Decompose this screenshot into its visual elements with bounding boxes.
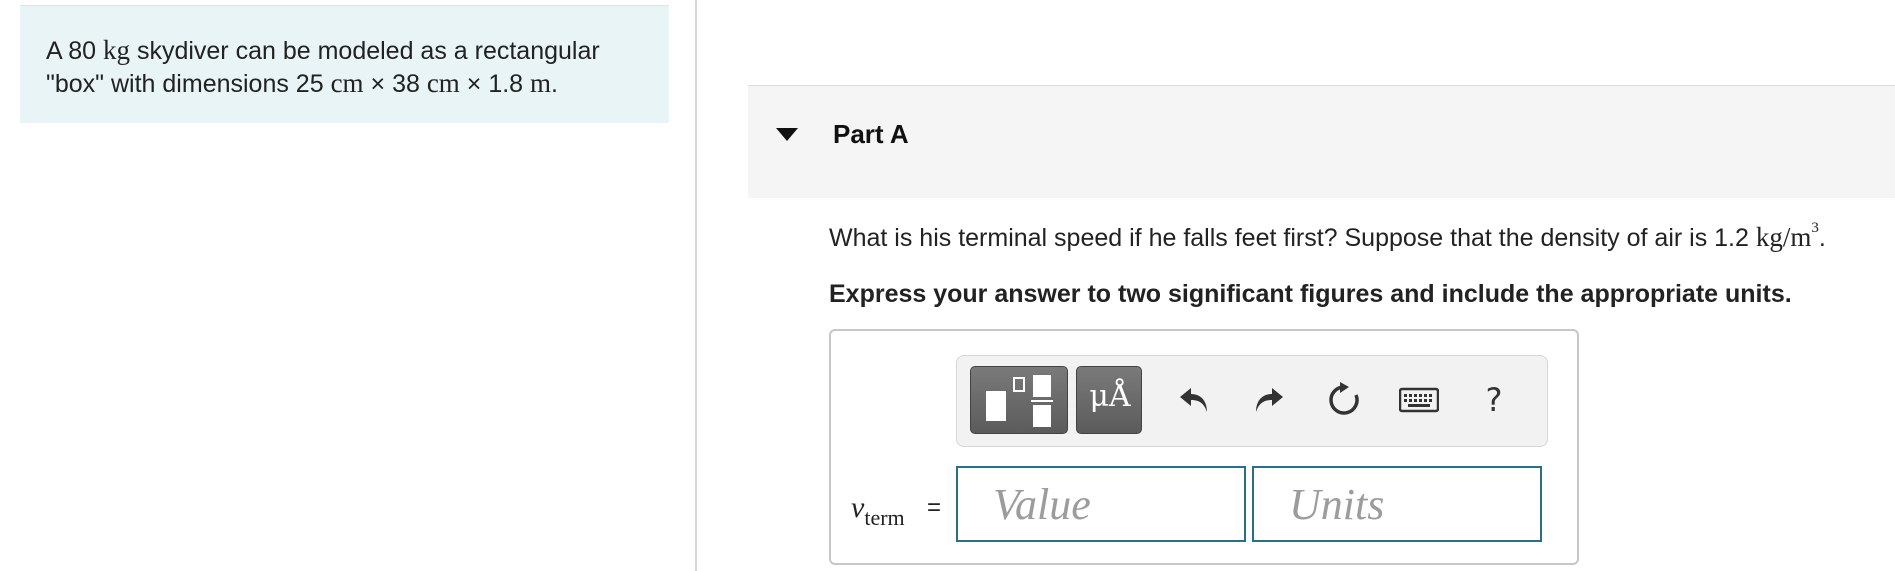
keyboard-button[interactable] [1397,378,1441,422]
question-body: What is his terminal speed if he falls f… [829,224,1756,252]
units-button[interactable]: μÅ [1076,366,1142,434]
density-unit: kg/m [1755,222,1812,252]
dimension-unit: cm [330,68,364,98]
answer-variable-label: vterm [851,491,905,531]
help-button[interactable]: ? [1472,378,1516,422]
reset-icon [1329,382,1359,415]
variable-subscript: term [864,505,905,530]
units-field[interactable] [1252,466,1542,542]
help-icon: ? [1485,381,1503,419]
template-numerator-icon [1033,375,1051,397]
intro-text: "box" with dimensions 25 [46,70,331,98]
variable-symbol: v [851,491,865,524]
template-denominator-icon [1033,405,1051,427]
question-text: What is his terminal speed if he falls f… [829,220,1826,253]
reset-button[interactable] [1322,378,1366,422]
answer-box: μÅ ? vterm = Value Units [829,329,1579,565]
times-symbol: × [459,70,489,98]
intro-text: skydiver can be modeled as a rectangular [130,37,600,65]
answer-instruction: Express your answer to two significant f… [829,280,1792,308]
caret-down-icon[interactable] [776,128,798,141]
question-end: . [1818,224,1826,252]
times-symbol: × [363,70,393,98]
templates-button[interactable] [970,366,1068,434]
keyboard-icon [1399,387,1439,413]
undo-button[interactable] [1172,378,1216,422]
part-a-header[interactable]: Part A [748,85,1895,198]
math-toolbar: μÅ ? [956,355,1548,447]
page: A 80 kg skydiver can be modeled as a rec… [0,0,1895,571]
intro-text: 38 [392,70,427,98]
intro-text: A 80 [46,37,103,65]
dimension-unit: m [530,68,552,98]
part-title: Part A [833,119,909,149]
equals-sign: = [927,494,942,521]
problem-statement-line-2: "box" with dimensions 25 cm × 38 cm × 1.… [46,67,645,100]
redo-button[interactable] [1247,378,1291,422]
density-exponent: 3 [1811,220,1819,236]
mass-unit: kg [103,35,130,65]
template-box-icon [1013,377,1025,392]
intro-text: 1.8 [488,70,531,98]
problem-statement: A 80 kg skydiver can be modeled as a rec… [20,5,669,123]
intro-text: . [551,70,558,98]
undo-icon [1180,388,1207,412]
panel-divider [695,0,697,571]
units-input[interactable] [1254,468,1540,540]
templates-icon [986,391,1006,421]
template-fraction-bar-icon [1031,400,1053,402]
units-button-label: μÅ [1089,379,1131,414]
redo-icon [1256,388,1283,412]
problem-intro-panel: A 80 kg skydiver can be modeled as a rec… [0,0,695,571]
value-field[interactable] [956,466,1246,542]
value-input[interactable] [958,468,1244,540]
dimension-unit: cm [426,68,460,98]
problem-statement-line-1: A 80 kg skydiver can be modeled as a rec… [46,34,645,67]
